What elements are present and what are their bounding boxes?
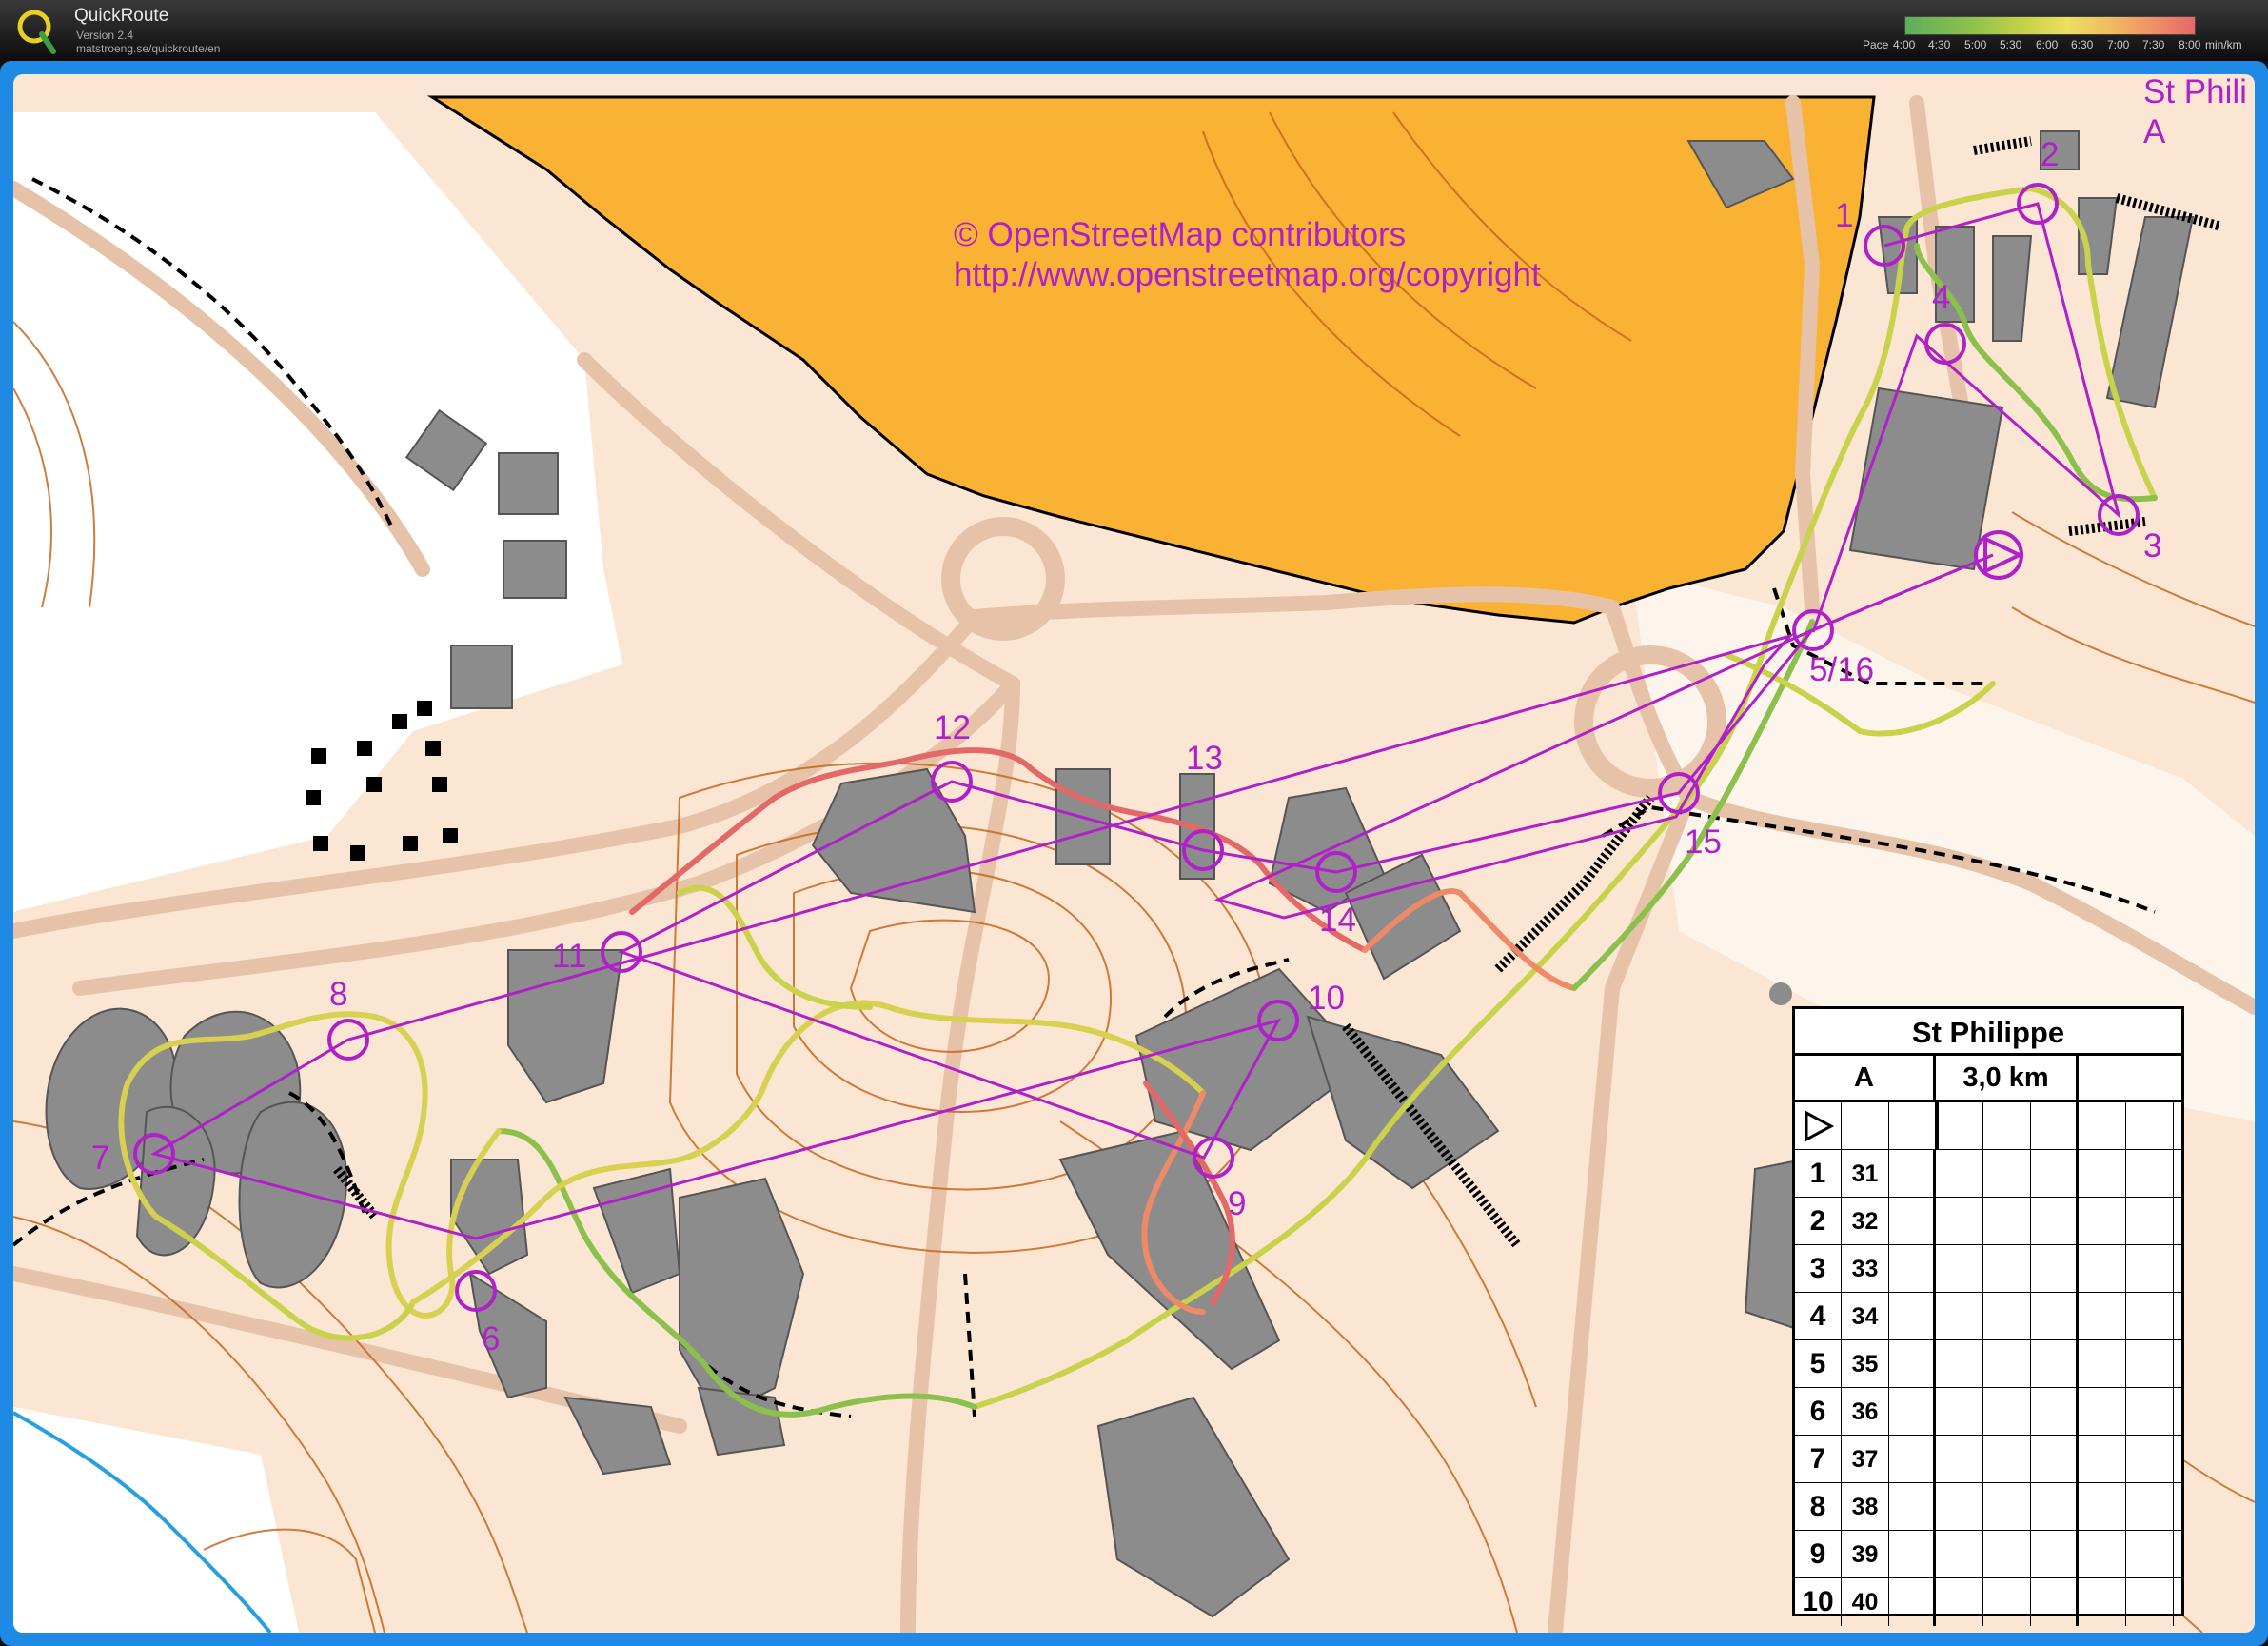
control-number: 11 (552, 938, 586, 975)
control-number: 4 (1932, 279, 1950, 316)
control-number: 10 (1308, 980, 1345, 1017)
start-triangle-icon (1795, 1102, 1842, 1150)
legend-header: A 3,0 km (1795, 1056, 2181, 1102)
map-canvas[interactable]: 1 2 3 4 5/16 6 7 8 9 10 11 12 13 14 15 ©… (13, 74, 2255, 1633)
control-number: 15 (1685, 823, 1722, 861)
map-copyright-url: http://www.openstreetmap.org/copyright (954, 256, 1541, 293)
start-row (1795, 1102, 2181, 1150)
map-copyright: © OpenStreetMap contributors (954, 216, 1406, 253)
control-row: 6 36 (1795, 1388, 2181, 1436)
pace-tick: 5:00 (1964, 38, 1987, 51)
pace-label: Pace (1863, 38, 1889, 51)
pace-tick: 5:30 (2000, 38, 2022, 51)
control-number: 2 (2041, 136, 2059, 173)
pace-tick: 4:00 (1893, 38, 1916, 51)
open-land-area (426, 95, 1876, 625)
control-row: 2 32 (1795, 1198, 2181, 1245)
control-number: 13 (1186, 740, 1223, 777)
control-number: 14 (1319, 902, 1356, 939)
control-row: 7 37 (1795, 1436, 2181, 1483)
control-row: 10 40 (1795, 1578, 2181, 1626)
pace-tick: 6:30 (2071, 38, 2094, 51)
map-corner-title: St Phili (2143, 74, 2247, 110)
pace-unit: min/km (2205, 38, 2242, 51)
control-row: 9 39 (1795, 1531, 2181, 1578)
control-row: 4 34 (1795, 1293, 2181, 1340)
control-number: 9 (1228, 1185, 1246, 1222)
map-corner-class: A (2143, 113, 2166, 150)
course-class: A (1795, 1056, 1936, 1100)
control-number: 6 (482, 1320, 500, 1358)
white-forest-area (13, 1407, 299, 1633)
control-number: 12 (934, 709, 971, 746)
app-name: QuickRoute (74, 6, 169, 26)
pace-tick: 8:00 (2179, 38, 2201, 51)
control-description-sheet: St Philippe A 3,0 km 1 31 2 32 3 33 4 34… (1792, 1006, 2184, 1626)
boulder-icon (1769, 982, 1792, 1005)
control-number: 5/16 (1809, 651, 1874, 688)
course-length: 3,0 km (1936, 1056, 2079, 1100)
title-bar: QuickRoute Version 2.4 matstroeng.se/qui… (0, 0, 2268, 61)
event-title: St Philippe (1795, 1009, 2181, 1056)
control-number: 3 (2143, 527, 2161, 565)
control-number: 1 (1835, 197, 1853, 234)
app-url: matstroeng.se/quickroute/en (76, 42, 221, 55)
control-row: 3 33 (1795, 1245, 2181, 1293)
control-row: 8 38 (1795, 1483, 2181, 1531)
pace-tick: 6:00 (2036, 38, 2059, 51)
control-number: 8 (329, 976, 347, 1013)
control-row: 5 35 (1795, 1340, 2181, 1388)
pace-tick: 4:30 (1928, 38, 1951, 51)
pace-color-scale (1904, 16, 2196, 35)
app-version: Version 2.4 (76, 29, 134, 42)
pace-tick: 7:00 (2107, 38, 2130, 51)
control-row: 1 31 (1795, 1150, 2181, 1198)
quickroute-logo-icon (17, 10, 56, 54)
pace-tick: 7:30 (2142, 38, 2165, 51)
control-number: 7 (91, 1140, 109, 1177)
